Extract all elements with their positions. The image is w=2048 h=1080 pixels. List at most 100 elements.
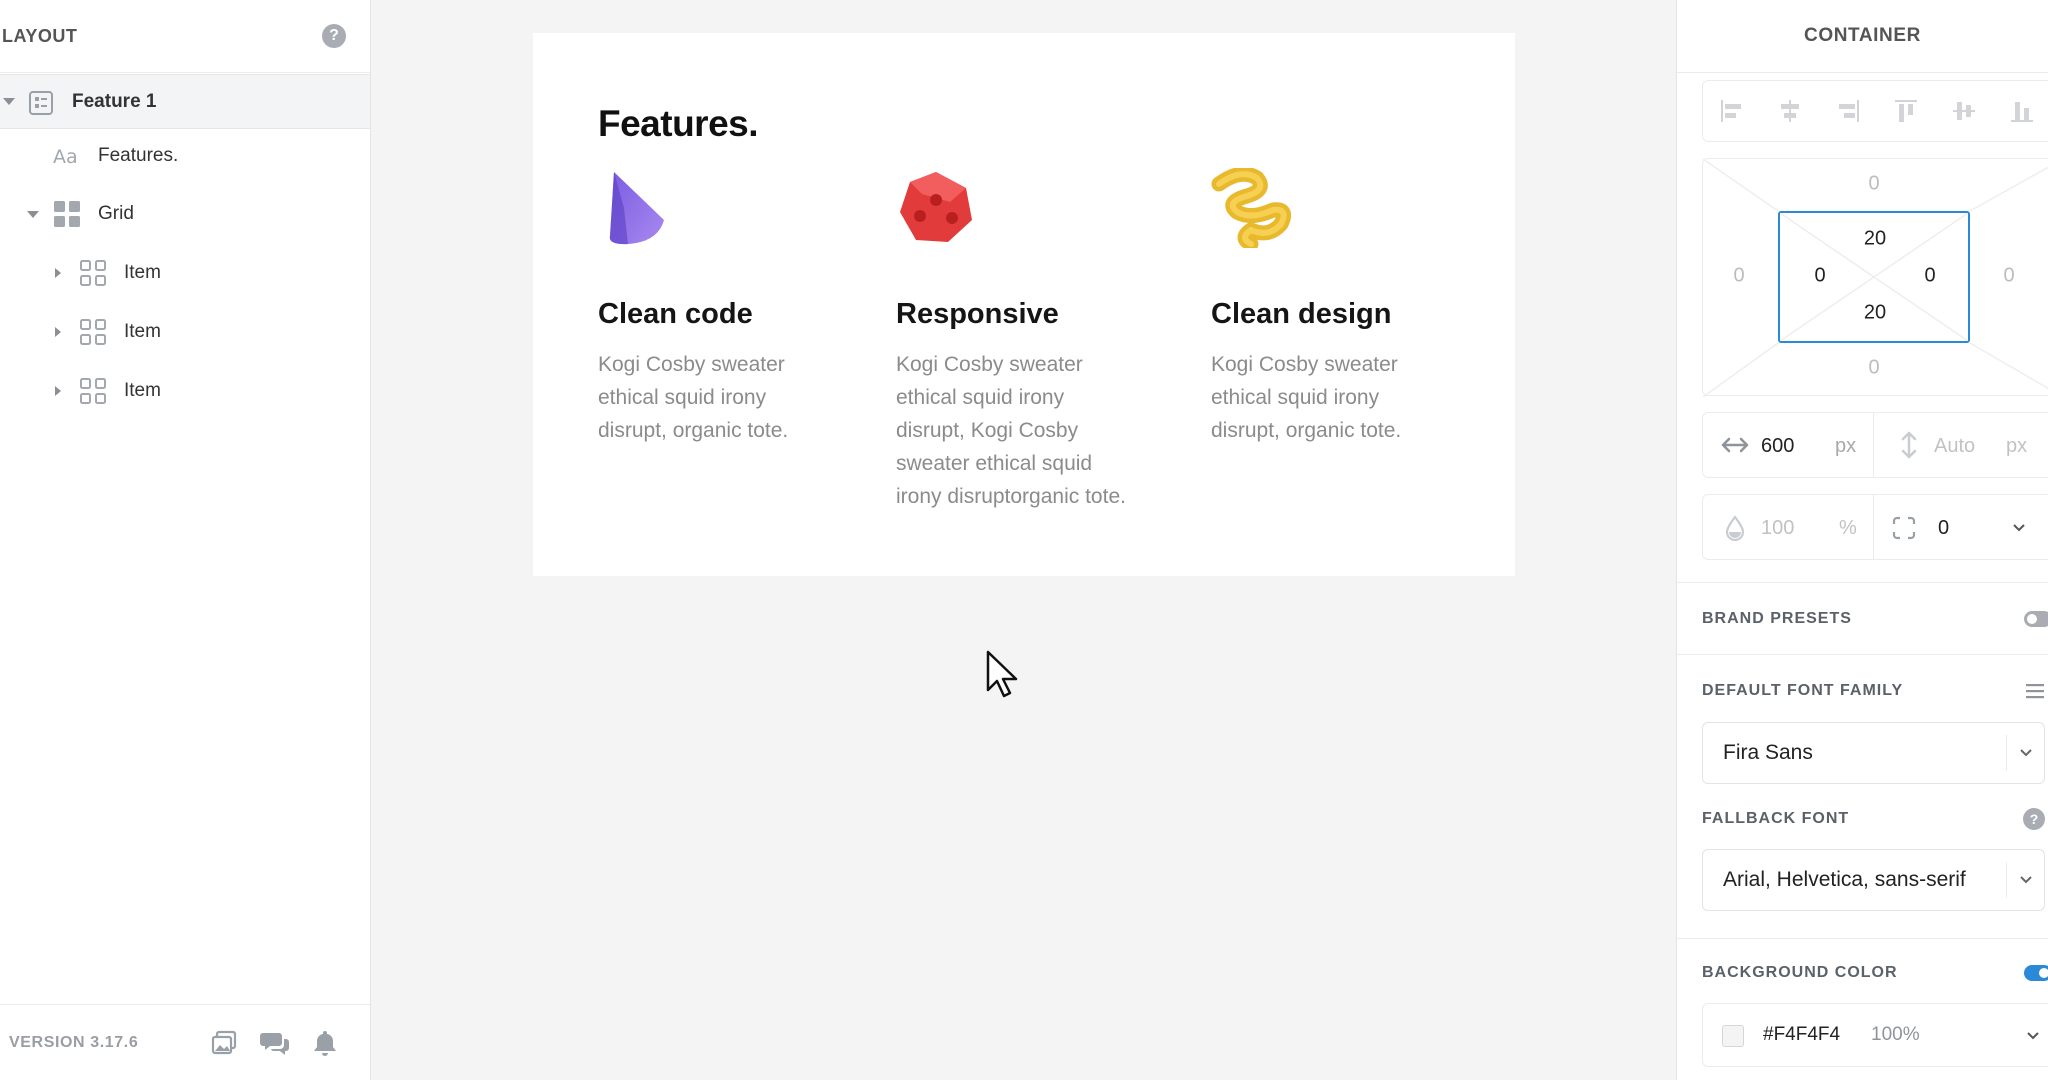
- align-center-icon[interactable]: [1777, 98, 1803, 124]
- tree-item-label: Item: [124, 321, 161, 342]
- tree-item-features-text[interactable]: Aa Features.: [0, 136, 370, 176]
- version-label: VERSION 3.17.6: [9, 1033, 139, 1051]
- caret-down-icon[interactable]: [3, 98, 15, 105]
- feature-description: Kogi Cosby sweater ethical squid irony d…: [896, 353, 1126, 508]
- feature-title: Clean design: [1211, 298, 1392, 330]
- default-font-label: DEFAULT FONT FAMILY: [1702, 682, 1904, 699]
- help-icon[interactable]: ?: [2023, 808, 2045, 830]
- tree-item-grid[interactable]: Grid: [0, 194, 370, 234]
- align-right-icon[interactable]: [1835, 98, 1861, 124]
- images-icon[interactable]: [210, 1029, 238, 1057]
- yellow-spiral-icon: [1211, 166, 1292, 252]
- menu-icon[interactable]: [2024, 682, 2046, 700]
- opacity-radius-fields: 100 % 0: [1702, 494, 2048, 560]
- bell-icon[interactable]: [312, 1029, 338, 1057]
- alignment-bar: [1702, 80, 2048, 142]
- corner-radius-icon: [1892, 516, 1916, 540]
- layout-title: LAYOUT: [2, 25, 78, 46]
- fallback-font-select[interactable]: Arial, Helvetica, sans-serif: [1702, 849, 2045, 911]
- features-title[interactable]: Features.: [598, 103, 759, 145]
- feature-item[interactable]: Responsive Kogi Cosby sweater ethical sq…: [896, 168, 1136, 508]
- red-cube-icon: [900, 172, 972, 242]
- caret-right-icon[interactable]: [55, 327, 61, 337]
- padding-top-value[interactable]: 20: [1864, 228, 1886, 251]
- height-field[interactable]: Auto px: [1873, 413, 2043, 477]
- mouse-cursor-icon: [986, 650, 1018, 698]
- drop-icon: [1725, 515, 1745, 541]
- default-font-select[interactable]: Fira Sans: [1702, 722, 2045, 784]
- feature-item[interactable]: Clean design Kogi Cosby sweater ethical …: [1211, 166, 1451, 442]
- item-icon: [80, 260, 106, 286]
- caret-right-icon[interactable]: [55, 268, 61, 278]
- align-middle-icon[interactable]: [1951, 98, 1977, 124]
- tree-item-feature-1[interactable]: Feature 1: [0, 74, 370, 129]
- fallback-font-value: Arial, Helvetica, sans-serif: [1723, 868, 1966, 891]
- select-chevron[interactable]: [2006, 862, 2044, 898]
- help-icon[interactable]: ?: [322, 24, 346, 48]
- margin-bottom-value[interactable]: 0: [1868, 357, 1879, 380]
- features-preview-card[interactable]: Features. Clean code Kogi Cosby sweater …: [533, 33, 1515, 576]
- chevron-down-icon[interactable]: [2026, 1031, 2040, 1041]
- tree-item-label: Feature 1: [72, 90, 157, 112]
- tree-item-label: Features.: [98, 145, 179, 166]
- brand-presets-toggle[interactable]: [2024, 611, 2048, 627]
- caret-right-icon[interactable]: [55, 386, 61, 396]
- margin-right-value[interactable]: 0: [2003, 265, 2014, 288]
- opacity-unit[interactable]: %: [1839, 517, 1857, 540]
- background-color-field[interactable]: #F4F4F4 100%: [1702, 1003, 2048, 1067]
- properties-panel: CONTAINER 0 0 0 0 20 0 0 20 600 px Auto …: [1676, 0, 2048, 1080]
- margin-left-value[interactable]: 0: [1733, 265, 1744, 288]
- item-icon: [80, 378, 106, 404]
- height-value[interactable]: Auto: [1934, 435, 1975, 458]
- color-swatch[interactable]: [1722, 1025, 1744, 1047]
- chevron-down-icon: [2019, 749, 2032, 757]
- feature-title: Clean code: [598, 298, 753, 330]
- size-fields: 600 px Auto px: [1702, 412, 2048, 478]
- align-top-icon[interactable]: [1893, 98, 1919, 124]
- padding-left-value[interactable]: 0: [1814, 265, 1825, 288]
- width-field[interactable]: 600 px: [1703, 413, 1873, 477]
- padding-right-value[interactable]: 0: [1924, 265, 1935, 288]
- background-hex-value[interactable]: #F4F4F4: [1763, 1024, 1840, 1046]
- width-unit[interactable]: px: [1835, 435, 1856, 458]
- radius-field[interactable]: 0: [1873, 495, 2043, 559]
- tree-item-label: Item: [124, 262, 161, 283]
- divider: [1677, 938, 2048, 939]
- align-bottom-icon[interactable]: [2009, 98, 2035, 124]
- tree-item-item[interactable]: Item: [0, 371, 370, 411]
- comments-icon[interactable]: [260, 1029, 290, 1057]
- height-unit[interactable]: px: [2006, 435, 2027, 458]
- default-font-value: Fira Sans: [1723, 741, 1813, 764]
- text-icon: Aa: [53, 146, 78, 166]
- tree-item-item[interactable]: Item: [0, 312, 370, 352]
- width-arrows-icon: [1721, 437, 1749, 453]
- fallback-font-label: FALLBACK FONT: [1702, 810, 1850, 827]
- chevron-down-icon[interactable]: [2012, 523, 2026, 533]
- chevron-down-icon: [2019, 876, 2032, 884]
- tree-item-label: Grid: [98, 203, 134, 224]
- grid-icon: [54, 201, 80, 227]
- margin-top-value[interactable]: 0: [1868, 173, 1879, 196]
- padding-bottom-value[interactable]: 20: [1864, 302, 1886, 325]
- select-chevron[interactable]: [2006, 735, 2044, 771]
- radius-value[interactable]: 0: [1938, 517, 1949, 540]
- background-color-toggle[interactable]: [2024, 965, 2048, 981]
- brand-presets-label: BRAND PRESETS: [1702, 610, 1852, 627]
- item-icon: [80, 319, 106, 345]
- tree-item-label: Item: [124, 380, 161, 401]
- footer-icons: [210, 1029, 338, 1057]
- caret-down-icon[interactable]: [27, 210, 39, 218]
- tree-item-item[interactable]: Item: [0, 253, 370, 293]
- panel-title: CONTAINER: [1677, 0, 2048, 73]
- feature-description: Kogi Cosby sweater ethical squid irony d…: [1211, 353, 1402, 442]
- opacity-value[interactable]: 100: [1761, 517, 1794, 540]
- sidebar-footer: VERSION 3.17.6: [0, 1004, 370, 1080]
- width-value[interactable]: 600: [1761, 435, 1794, 458]
- align-left-icon[interactable]: [1719, 98, 1745, 124]
- divider: [1677, 654, 2048, 655]
- opacity-field[interactable]: 100 %: [1703, 495, 1873, 559]
- feature-item[interactable]: Clean code Kogi Cosby sweater ethical sq…: [598, 168, 838, 442]
- svg-text:Aa: Aa: [53, 146, 78, 166]
- background-opacity-value[interactable]: 100%: [1871, 1024, 1920, 1046]
- layout-header: LAYOUT ?: [0, 0, 370, 73]
